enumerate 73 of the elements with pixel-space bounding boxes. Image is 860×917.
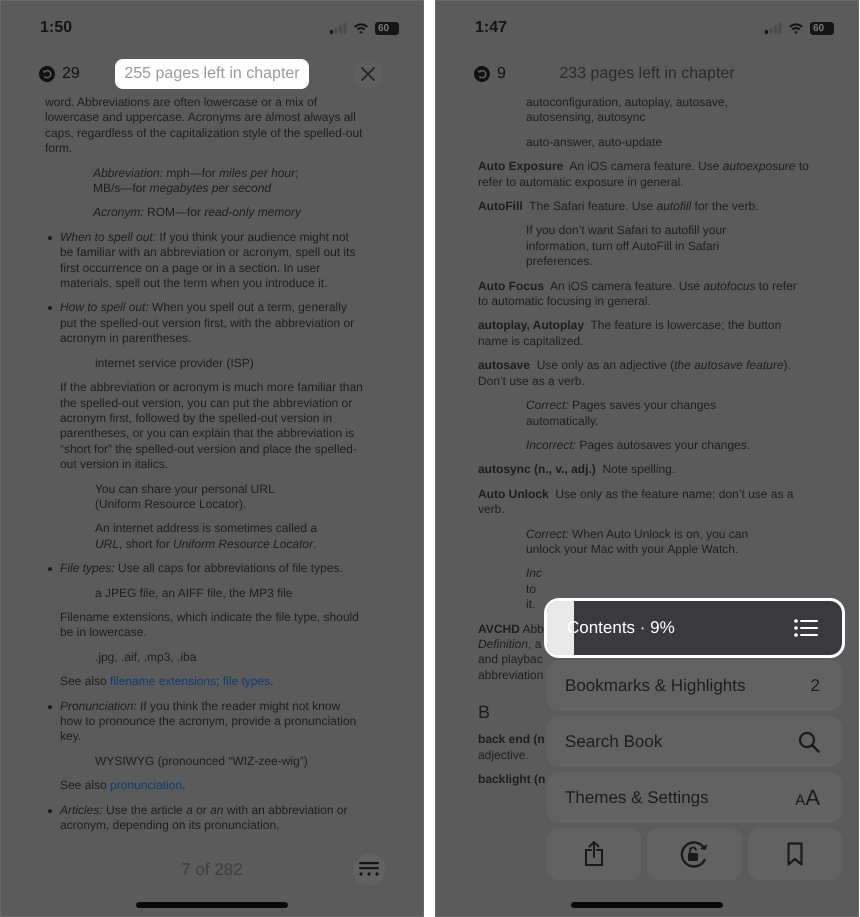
example-text: Correct: When Auto Unlock is on, you can unlock your Mac with your Apple Watch. bbox=[526, 526, 748, 558]
link[interactable]: file types bbox=[222, 674, 270, 688]
example-text: autoconfiguration, autoplay, autosave, autosensing, autosync bbox=[526, 95, 728, 126]
example-text: internet service provider (ISP) bbox=[95, 356, 254, 372]
example-text: Incorrect: Pages autosaves your changes. bbox=[526, 438, 750, 454]
body-paragraph: autosave Use only as an adjective (the autosave feature). Don’t use as a verb. bbox=[478, 358, 791, 390]
body-paragraph: back end (n adjective. bbox=[478, 732, 545, 763]
body-paragraph: word. Abbreviations are often lowercase or a mix of lowercase and uppercase. Acronyms are almost always all caps, regardless of the capitalization style of the spelled-out form. bbox=[45, 95, 363, 157]
example-text: You can share your personal URL (Uniform Resource Locator). bbox=[95, 482, 275, 512]
link[interactable]: filename extensions bbox=[110, 674, 216, 688]
example-text: .jpg, .aif, .mp3, .iba bbox=[95, 650, 196, 666]
search-icon bbox=[798, 730, 820, 752]
body-paragraph: Auto Exposure An iOS camera feature. Use autoexposure to refer to automatic exposure in general. bbox=[478, 159, 809, 190]
bullet-text: When to spell out: If you think your audience might not be familiar with an abbreviation or acronym, spell out its first occurrence on a page or in a section. In user materials, spell out the term when you introduce it. bbox=[60, 230, 356, 292]
bullet-text: How to spell out: When you spell out a term, generally put the spelled-out version first, with the abbreviation or acronym in parentheses. bbox=[60, 300, 354, 347]
list-icon bbox=[794, 619, 818, 637]
section-heading: B bbox=[478, 701, 492, 724]
text-size-glyph: AA bbox=[795, 784, 820, 810]
example-text: a JPEG file, an AIFF file, the MP3 file bbox=[95, 586, 292, 601]
bullet-icon bbox=[48, 306, 52, 310]
menu-item[interactable]: Search Book bbox=[547, 716, 842, 767]
example-text: Acronym: ROM—for read-only memory bbox=[93, 205, 302, 221]
back-icon[interactable] bbox=[474, 66, 490, 82]
item-count: 2 bbox=[810, 676, 820, 696]
example-text: If you don’t want Safari to autofill your information, turn off AutoFill in Safari preferences. bbox=[526, 223, 726, 270]
example-text: An internet address is sometimes called a URL, short for Uniform Resource Locator. bbox=[95, 521, 318, 552]
battery-level: 60 bbox=[810, 22, 834, 34]
close-icon bbox=[361, 67, 375, 81]
signal-icon bbox=[765, 22, 782, 34]
back-icon[interactable] bbox=[39, 66, 55, 82]
example-text: WYSIWYG (pronounced “WIZ-zee-wig”) bbox=[95, 754, 308, 770]
body-paragraph: backlight (n bbox=[478, 772, 546, 788]
body-paragraph: Auto Focus An iOS camera feature. Use autofocus to refer to automatic focusing in general. bbox=[478, 278, 797, 310]
bullet-text: Articles: Use the article a or an with an abbreviation or acronym, depending on its pronunciation. bbox=[60, 802, 348, 834]
example-text: Inc to it. bbox=[526, 566, 542, 613]
body-paragraph: Auto Unlock Use only as the feature name; don’t use as a verb. bbox=[478, 486, 794, 518]
close-button[interactable] bbox=[353, 59, 383, 89]
wifi-icon bbox=[353, 22, 369, 34]
example-text: auto-answer, auto-update bbox=[526, 134, 662, 150]
rotation-lock-button[interactable] bbox=[647, 828, 742, 880]
bullet-icon bbox=[48, 704, 52, 709]
body-paragraph: autoplay, Autoplay The feature is lowercase; the button name is capitalized. bbox=[478, 318, 782, 350]
see-also-text: See also pronunciation. bbox=[59, 778, 186, 794]
bookmark-button[interactable] bbox=[748, 828, 842, 880]
signal-icon bbox=[330, 22, 347, 34]
bullet-text: File types: Use all caps for abbreviations of file types. bbox=[60, 561, 343, 577]
status-time: 1:47 bbox=[475, 19, 508, 37]
body-paragraph: If the abbreviation or acronym is much more familiar than the spelled-out version, you can put the abbreviation or acronym first, followed by the spelled-out version in parentheses, or you can explain that the abbreviation is “short for” the spelled-out version and place the spelled- out version in italics. bbox=[60, 380, 363, 473]
menu-item[interactable]: Bookmarks & Highlights 2 bbox=[547, 660, 842, 711]
example-text: Correct: Pages saves your changes automatically. bbox=[526, 398, 716, 429]
see-also-text: See also filename extensions; file types. bbox=[59, 674, 274, 690]
body-paragraph: autosync (n., v., adj.) Note spelling. bbox=[478, 462, 676, 478]
pages-left-label: 255 pages left in chapter bbox=[115, 59, 309, 89]
wifi-icon bbox=[788, 22, 804, 34]
status-time: 1:50 bbox=[40, 19, 72, 37]
body-paragraph: AutoFill The Safari feature. Use autofill for the verb. bbox=[478, 199, 759, 214]
link[interactable]: pronunciation bbox=[110, 778, 182, 792]
body-paragraph: AVCHD Abb Definition, a and playbac abbreviation bbox=[478, 622, 544, 684]
bookmark-icon bbox=[786, 842, 803, 866]
bullet-text: Pronunciation: If you think the reader might not know how to pronounce the acronym, provide a pronunciation key. bbox=[60, 698, 356, 745]
example-text: Abbreviation: mph—for miles per hour; MB/s—for megabytes per second bbox=[93, 166, 298, 196]
back-page-count[interactable]: 29 bbox=[62, 65, 80, 83]
battery-level: 60 bbox=[375, 22, 399, 34]
share-icon bbox=[584, 841, 604, 867]
menu-item[interactable]: Themes & Settings AA bbox=[547, 772, 842, 823]
bullet-icon bbox=[48, 567, 52, 572]
back-page-count[interactable]: 9 bbox=[497, 65, 506, 83]
bullet-icon bbox=[48, 808, 52, 813]
menu-button[interactable] bbox=[353, 854, 385, 886]
body-paragraph: Filename extensions, which indicate the file type, should be in lowercase. bbox=[60, 610, 359, 641]
bullet-icon bbox=[48, 236, 52, 240]
share-button[interactable] bbox=[547, 828, 642, 880]
menu-icon bbox=[359, 862, 379, 878]
